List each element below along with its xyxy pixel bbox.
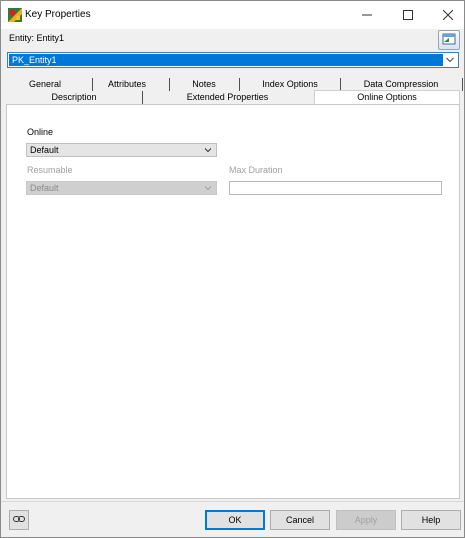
chevron-down-icon — [204, 186, 212, 191]
maximize-button[interactable] — [389, 1, 427, 29]
tab-online-options[interactable]: Online Options — [314, 91, 460, 104]
help-button[interactable]: Help — [401, 510, 461, 530]
resumable-label: Resumable — [27, 165, 73, 175]
minimize-button[interactable] — [348, 1, 386, 29]
tab-notes[interactable]: Notes — [171, 78, 237, 91]
apply-button[interactable]: Apply — [336, 510, 396, 530]
tab-attributes[interactable]: Attributes — [93, 78, 161, 91]
max-duration-field[interactable] — [229, 181, 442, 195]
tab-divider — [169, 78, 170, 91]
resumable-select[interactable]: Default — [26, 181, 217, 195]
online-label: Online — [27, 127, 54, 137]
resumable-select-value: Default — [30, 183, 59, 193]
tab-divider — [239, 78, 240, 91]
cancel-button[interactable]: Cancel — [270, 510, 330, 530]
max-duration-label: Max Duration — [229, 165, 283, 175]
entity-label: Entity: Entity1 — [9, 33, 65, 43]
key-properties-dialog: Key Properties Entity: Entity1 PK_Entity… — [0, 0, 465, 538]
tab-divider — [462, 78, 463, 91]
close-icon — [442, 8, 454, 23]
chevron-down-icon — [444, 53, 456, 67]
window-title: Key Properties — [25, 9, 91, 20]
ok-button[interactable]: OK — [205, 510, 265, 530]
key-select-value: PK_Entity1 — [9, 54, 443, 66]
key-select[interactable]: PK_Entity1 — [7, 52, 459, 68]
close-button[interactable] — [429, 1, 464, 29]
tab-divider — [142, 91, 143, 104]
entity-properties-button[interactable] — [438, 30, 460, 50]
app-icon — [8, 8, 22, 22]
footer-divider — [1, 501, 464, 502]
tab-extended-properties[interactable]: Extended Properties — [144, 91, 311, 104]
online-select[interactable]: Default — [26, 143, 217, 157]
minimize-icon — [362, 8, 372, 23]
tab-general[interactable]: General — [15, 78, 75, 91]
online-select-value: Default — [30, 145, 59, 155]
link-button[interactable] — [9, 510, 29, 530]
online-options-panel: Online Default Resumable Default Max Dur… — [6, 104, 460, 499]
chevron-down-icon — [204, 148, 212, 153]
tab-description[interactable]: Description — [9, 91, 139, 104]
link-icon — [13, 515, 25, 525]
maximize-icon — [403, 8, 413, 23]
title-bar: Key Properties — [1, 1, 464, 29]
entity-properties-icon — [442, 33, 456, 47]
